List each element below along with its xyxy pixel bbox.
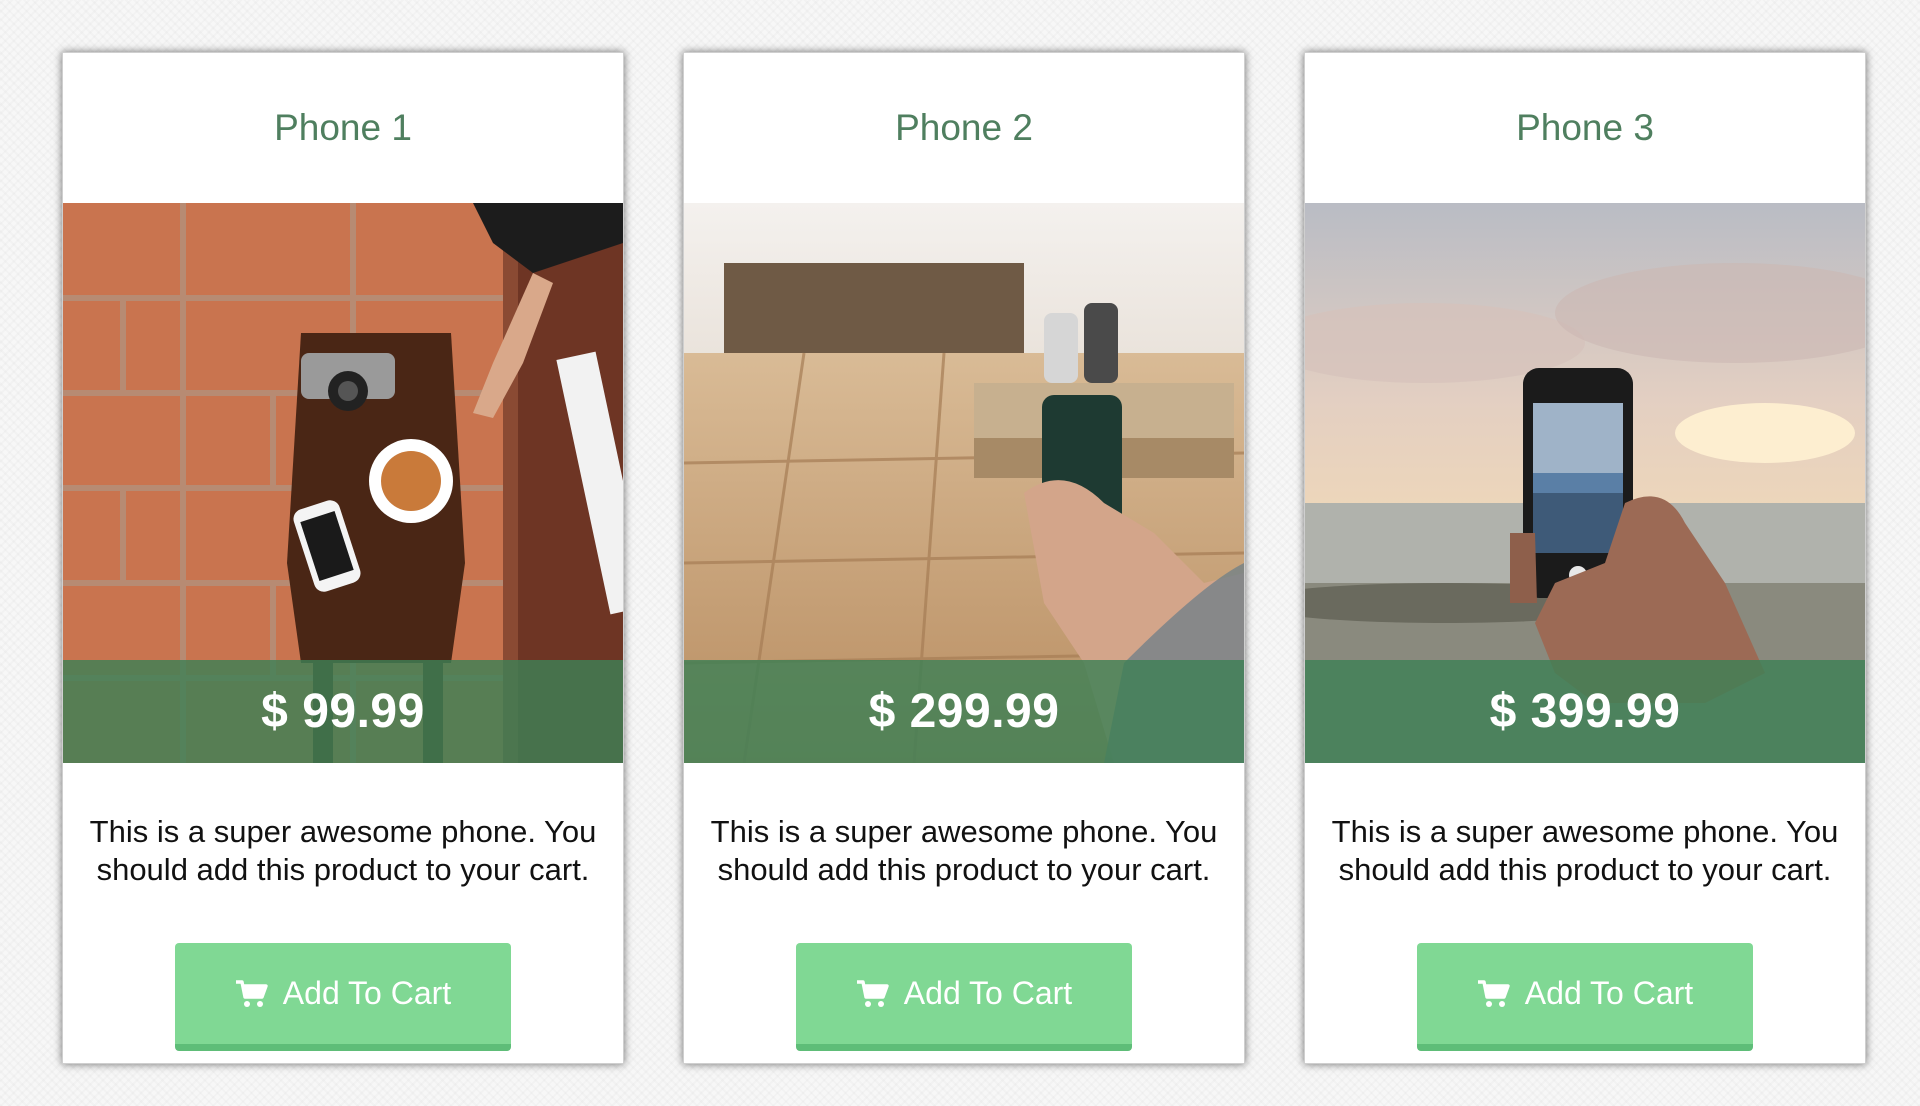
product-title: Phone 2 — [895, 107, 1033, 148]
product-title: Phone 1 — [274, 107, 412, 148]
add-to-cart-label: Add To Cart — [1524, 975, 1694, 1011]
price-label: $ 99.99 — [261, 685, 425, 738]
product-image: $ 299.99 — [684, 203, 1244, 763]
product-card-phone-1: Phone 1 $ 99.99 This is a super awesome … — [62, 52, 624, 1064]
product-description: This is a super awesome phone. You shoul… — [1331, 814, 1839, 887]
shopping-cart-icon — [856, 979, 890, 1009]
price-label: $ 399.99 — [1489, 685, 1681, 738]
price-band: $ 299.99 — [684, 660, 1244, 763]
product-card-phone-2: Phone 2 $ 299.99 This is a super awesome… — [683, 52, 1245, 1064]
price-band: $ 99.99 — [63, 660, 623, 763]
product-description: This is a super awesome phone. You shoul… — [89, 814, 597, 887]
product-image: $ 399.99 — [1305, 203, 1865, 763]
add-to-cart-button[interactable]: Add To Cart — [1417, 943, 1753, 1051]
product-card-phone-3: Phone 3 $ 399.99 This is a super awesome… — [1304, 52, 1866, 1064]
product-title: Phone 3 — [1516, 107, 1654, 148]
product-grid: Phone 1 $ 99.99 This is a super awesome … — [0, 0, 1920, 1106]
add-to-cart-button[interactable]: Add To Cart — [175, 943, 511, 1051]
product-image: $ 99.99 — [63, 203, 623, 763]
shopping-cart-icon — [1477, 979, 1511, 1009]
add-to-cart-label: Add To Cart — [903, 975, 1073, 1011]
price-band: $ 399.99 — [1305, 660, 1865, 763]
add-to-cart-label: Add To Cart — [282, 975, 452, 1011]
price-label: $ 299.99 — [868, 685, 1060, 738]
add-to-cart-button[interactable]: Add To Cart — [796, 943, 1132, 1051]
shopping-cart-icon — [235, 979, 269, 1009]
product-description: This is a super awesome phone. You shoul… — [710, 814, 1218, 887]
